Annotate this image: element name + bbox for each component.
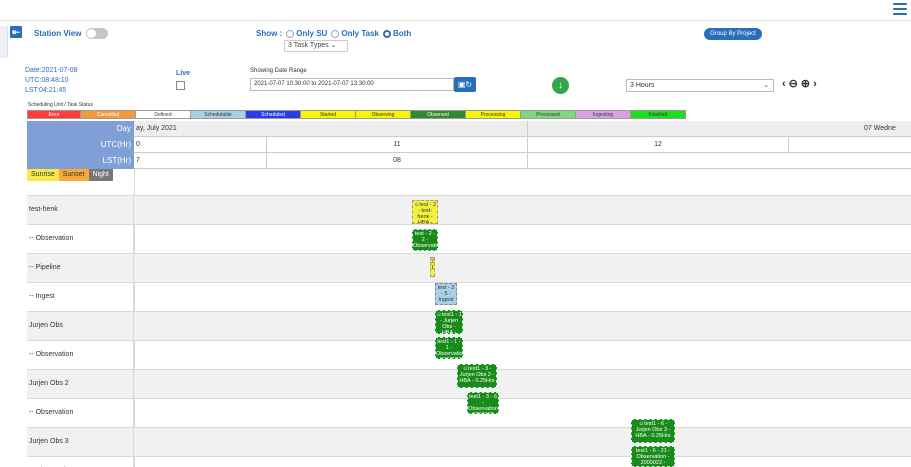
task-block[interactable]: ☺test1 - 3 - Jurjen Obs 2 - HBA - 0.25Hr… (457, 364, 497, 388)
timeline-row: -- Ingest (27, 282, 911, 311)
task-block[interactable]: test - 2 - 5 - Ingest (435, 283, 457, 305)
timeline-row: -- Pipeline (27, 253, 911, 282)
zoom-in-icon[interactable]: ⊕ (801, 77, 810, 90)
radio-selected-icon (383, 29, 391, 38)
night-label: Night (88, 169, 113, 181)
zoom-out-icon[interactable]: ⊖ (789, 77, 798, 90)
legend-item: Observed (411, 110, 466, 119)
day-right: 07 Wedne (864, 125, 896, 132)
timeline-row: test-henk (27, 195, 911, 224)
row-label: Jurjen Obs (27, 312, 134, 340)
arrow-down-icon: ↓ (558, 80, 563, 91)
task-block[interactable]: test - 2 - 2 - Observation - 2000003 - (412, 229, 438, 251)
radio-only-task[interactable]: Only Task (331, 29, 379, 38)
radio-icon (286, 29, 295, 38)
show-filter: Show : Only SU Only Task Both (256, 29, 411, 38)
group-by-project-button[interactable]: Group By Project (704, 28, 762, 40)
legend-item: Ingesting (576, 110, 631, 119)
task-block[interactable]: ☺test - 2 - test-henk - HBA - 0.20Hrs (412, 200, 438, 224)
legend-item: Defined (136, 110, 191, 119)
row-label: test-henk (27, 196, 134, 224)
row-label: Jurjen Obs 2 (27, 370, 134, 398)
legend-item: Processed (521, 110, 576, 119)
task-block[interactable]: ☺test1 - 1 - Jurjen Obs - HBA - 0.20Hrs (435, 310, 463, 334)
task-types-select[interactable]: 3 Task Types ⌄ (284, 40, 348, 52)
sunset-label: Sunset (58, 169, 89, 181)
time-window-select[interactable]: 3 Hours ⌄ (626, 79, 774, 92)
task-block[interactable]: test1 - 6 - 21 - Observation - 2000022 - (631, 446, 675, 467)
status-legend: Error Cancelled Defined Schedulable Schedule… (27, 110, 686, 119)
calendar-refresh-button[interactable]: ▣↻ (454, 77, 476, 92)
utc-label: UTC(Hr) (100, 140, 131, 149)
row-label: -- Observation (27, 457, 134, 467)
radio-icon (331, 29, 340, 38)
task-block[interactable]: ☺test1 - 6 - Jurjen Obs 3 - HBA - 0.25Hr… (631, 419, 675, 443)
row-label: -- Observation (27, 341, 134, 369)
legend-item: Finished (631, 110, 686, 119)
utc-tick: 11 (267, 137, 528, 153)
timeline-row: Jurjen Obs 3 (27, 427, 911, 456)
toggle-knob (87, 29, 96, 38)
timeline-row: -- Observation (27, 456, 911, 467)
chevron-down-icon: ⌄ (330, 42, 337, 49)
station-view-label: Station View (34, 29, 82, 38)
sun-legend: Sunrise Sunset Night (27, 169, 113, 181)
legend-item: Error (27, 110, 81, 119)
row-label: -- Ingest (27, 283, 134, 311)
row-label: -- Observation (27, 399, 134, 427)
scroll-down-button[interactable]: ↓ (552, 77, 569, 94)
next-icon[interactable]: › (813, 78, 817, 90)
legend-item: Started (301, 110, 356, 119)
sidebar-tab[interactable] (0, 26, 8, 58)
timeline-row: Jurjen Obs (27, 311, 911, 340)
lst-tick: 08 (267, 153, 528, 169)
time-info: Date:2021-07-08 UTC:08:48:10 LST:04:21:4… (25, 66, 78, 96)
task-block[interactable]: 2-1- (430, 257, 435, 277)
legend-item: Scheduled (246, 110, 301, 119)
radio-both[interactable]: Both (383, 29, 411, 38)
current-utc: UTC:08:48:10 (25, 77, 69, 84)
legend-item: Cancelled (81, 110, 136, 119)
row-label: -- Observation (27, 225, 134, 253)
chevron-down-icon: ⌄ (763, 82, 769, 89)
lst-tick: 7 (136, 153, 267, 169)
current-lst: LST:04:21:45 (25, 87, 67, 94)
live-checkbox[interactable] (176, 81, 185, 90)
date-range-input[interactable]: 2021-07-07 10:30:00 to 2021-07-07 13:30:… (250, 78, 454, 91)
live-label: Live (176, 70, 191, 77)
header-divider (0, 20, 911, 21)
row-label: Jurjen Obs 3 (27, 428, 134, 456)
zoom-controls: ‹ ⊖ ⊕ › (782, 77, 817, 91)
utc-row: UTC(Hr) 0 11 12 (27, 137, 911, 153)
timeline-row: -- Observation (27, 224, 911, 253)
lst-label: LST(Hr) (102, 156, 131, 165)
refresh-icon: ↻ (465, 80, 473, 89)
task-block[interactable]: test1 - 1 - 1 - Observation - 2000000 - (435, 337, 463, 359)
date-range-label: Showing Date Range (250, 68, 307, 74)
utc-tick: 12 (528, 137, 789, 153)
current-date: Date:2021-07-08 (25, 67, 78, 74)
collapse-sidebar-button[interactable]: ⇤ (10, 26, 22, 38)
legend-item: Schedulable (191, 110, 246, 119)
utc-tick: 0 (136, 137, 267, 153)
station-view-toggle[interactable] (86, 28, 108, 39)
lst-row: LST(Hr) 7 08 (27, 153, 911, 169)
day-row: Day ay, July 2021 07 Wedne (27, 121, 911, 137)
legend-item: Observing (356, 110, 411, 119)
day-left: ay, July 2021 (136, 121, 528, 137)
row-label: -- Pipeline (27, 254, 134, 282)
legend-item: Processing (466, 110, 521, 119)
task-block[interactable]: test1 - 3 - 6 - Observation - 2000009 - (467, 392, 499, 414)
legend-title: Scheduling Unit / Task Status (28, 102, 93, 108)
hamburger-menu-icon[interactable] (893, 3, 907, 15)
show-label: Show : (256, 29, 283, 38)
sunrise-label: Sunrise (27, 169, 59, 181)
day-label: Day (116, 124, 131, 133)
radio-only-su[interactable]: Only SU (286, 29, 327, 38)
previous-icon[interactable]: ‹ (782, 78, 786, 90)
